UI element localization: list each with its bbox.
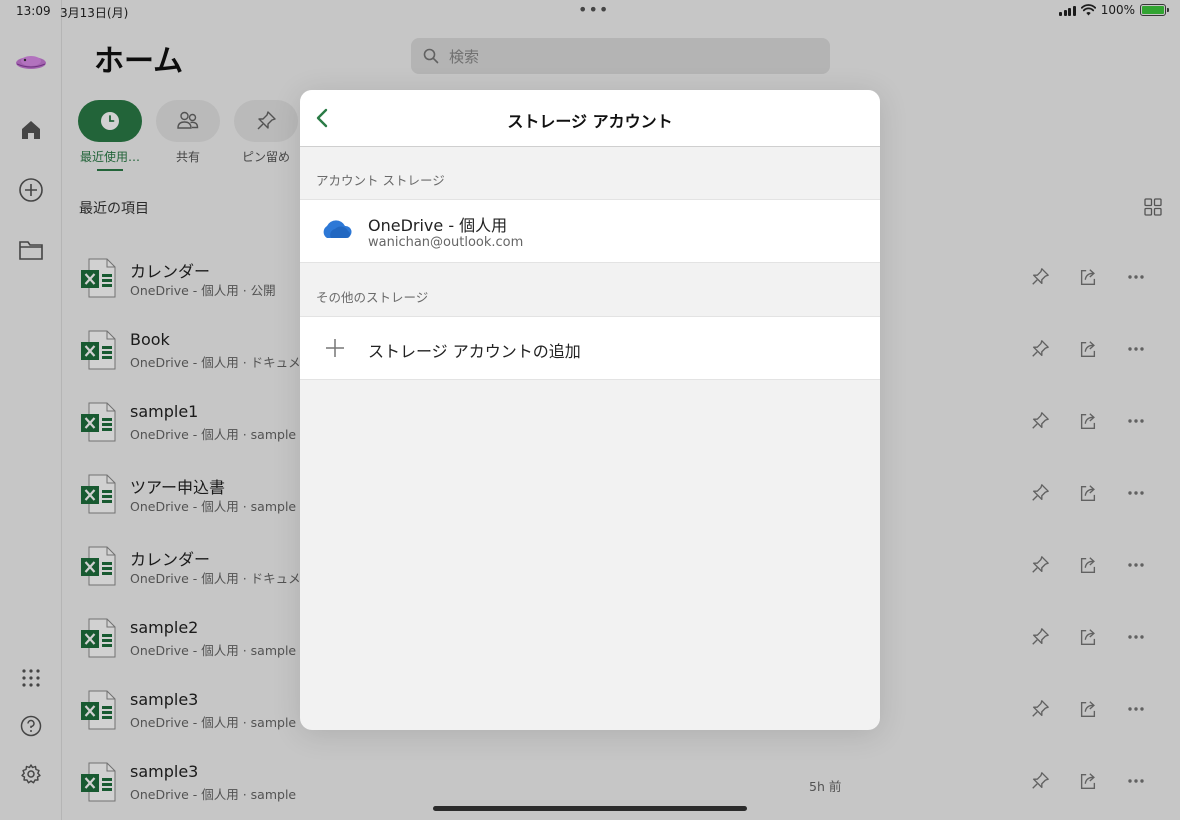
- account-email: wanichan@outlook.com: [368, 235, 524, 250]
- other-storage-label: その他のストレージ: [316, 290, 429, 305]
- dialog-header: ストレージ アカウント: [300, 90, 880, 147]
- plus-icon: [326, 339, 344, 357]
- dialog-title: ストレージ アカウント: [507, 112, 673, 131]
- home-indicator[interactable]: [433, 806, 747, 811]
- account-name: OneDrive - 個人用: [368, 216, 508, 235]
- add-storage-account-row[interactable]: ストレージ アカウントの追加: [300, 316, 880, 380]
- storage-accounts-dialog: ストレージ アカウント アカウント ストレージ OneDrive - 個人用 w…: [300, 90, 880, 730]
- onedrive-account-row[interactable]: OneDrive - 個人用 wanichan@outlook.com: [300, 199, 880, 263]
- add-storage-account-label: ストレージ アカウントの追加: [368, 342, 581, 361]
- account-storage-label: アカウント ストレージ: [316, 173, 445, 188]
- onedrive-cloud-icon: [323, 220, 352, 238]
